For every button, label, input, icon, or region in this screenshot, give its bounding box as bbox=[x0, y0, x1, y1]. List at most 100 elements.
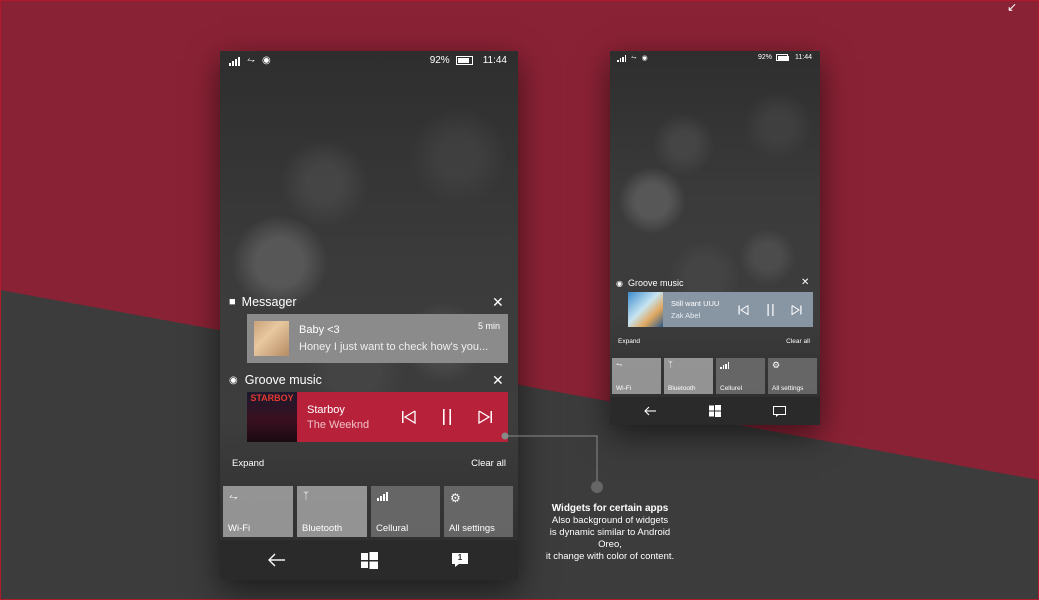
album-cover-text: STARBOY bbox=[250, 393, 294, 403]
previous-button[interactable] bbox=[397, 406, 421, 428]
back-button[interactable] bbox=[264, 548, 290, 572]
annotation-text: Widgets for certain apps Also background… bbox=[540, 503, 680, 563]
expand-button[interactable]: Expand bbox=[232, 458, 264, 469]
action-center-button[interactable]: 1 bbox=[447, 548, 473, 572]
signal-icon bbox=[229, 56, 240, 66]
next-icon bbox=[478, 410, 492, 424]
bluetooth-icon: ᛉ bbox=[668, 360, 673, 369]
next-icon bbox=[791, 304, 801, 315]
wifi-icon: ⥊ bbox=[229, 491, 238, 503]
groove-icon: ◉ bbox=[616, 278, 623, 288]
background-shape bbox=[0, 290, 1039, 600]
tile-wifi[interactable]: ⥊ Wi-Fi bbox=[223, 486, 293, 537]
status-bar: ⥊ ◉ 92% 11:44 bbox=[220, 51, 518, 71]
collapse-icon[interactable]: ↙ bbox=[999, 0, 1025, 14]
tile-cellular-label: Cellurel bbox=[720, 385, 743, 392]
wifi-status-icon: ⥊ bbox=[247, 55, 255, 66]
previous-icon bbox=[738, 304, 748, 315]
navigation-bar bbox=[610, 397, 820, 425]
messager-close-button[interactable]: ✕ bbox=[492, 294, 504, 311]
notification-count: 1 bbox=[457, 553, 463, 562]
track-artist: Zak Abel bbox=[671, 311, 701, 320]
windows-logo-icon bbox=[709, 405, 721, 417]
track-title: Starboy bbox=[307, 404, 345, 416]
tile-bluetooth-label: Bluetooth bbox=[302, 523, 343, 534]
groove-app-name: Groove music bbox=[244, 373, 322, 387]
cellular-icon bbox=[377, 491, 388, 501]
battery-icon bbox=[776, 54, 789, 61]
back-arrow-icon bbox=[268, 553, 285, 567]
avatar bbox=[254, 321, 289, 356]
music-card[interactable]: Still want UUU Zak Abel bbox=[628, 292, 813, 327]
message-time: 5 min bbox=[477, 321, 500, 331]
pause-button[interactable] bbox=[435, 406, 459, 428]
message-icon: ■ bbox=[229, 296, 236, 308]
message-body: Honey I just want to check how's you... bbox=[299, 341, 489, 353]
next-button[interactable] bbox=[473, 406, 497, 428]
tile-cellular-label: Cellural bbox=[376, 523, 409, 534]
messager-app-name: Messager bbox=[241, 295, 297, 309]
groove-header: ◉ Groove music bbox=[229, 372, 322, 388]
tile-cellular[interactable]: Cellural bbox=[371, 486, 440, 537]
navigation-bar: 1 bbox=[220, 540, 518, 580]
wifi-status-icon: ⥊ bbox=[631, 54, 637, 61]
phone-large: ⥊ ◉ 92% 11:44 ■ Messager ✕ Baby <3 5 min… bbox=[220, 51, 518, 580]
clock: 11:44 bbox=[795, 54, 812, 61]
annotation-line-1: Also background of widgets bbox=[551, 515, 669, 526]
track-artist: The Weeknd bbox=[307, 419, 370, 431]
album-cover bbox=[628, 292, 663, 327]
bluetooth-icon: ᛉ bbox=[303, 491, 309, 502]
back-arrow-icon bbox=[643, 406, 656, 416]
clear-all-button[interactable]: Clear all bbox=[786, 338, 810, 345]
groove-close-button[interactable]: ✕ bbox=[492, 372, 504, 389]
pause-icon bbox=[767, 303, 773, 316]
wifi-icon: ⥊ bbox=[616, 360, 623, 369]
tile-wifi[interactable]: ⥊ Wi-Fi bbox=[612, 358, 661, 394]
cellular-icon bbox=[720, 362, 729, 369]
notification-icon bbox=[772, 405, 786, 417]
next-button[interactable] bbox=[788, 302, 804, 317]
battery-percent: 92% bbox=[429, 55, 450, 66]
battery-icon bbox=[455, 56, 473, 65]
expand-button[interactable]: Expand bbox=[618, 338, 640, 345]
tile-all-settings[interactable]: ⚙ All settings bbox=[768, 358, 817, 394]
windows-button[interactable] bbox=[356, 548, 382, 572]
music-card[interactable]: STARBOY Starboy The Weeknd bbox=[247, 392, 508, 442]
groove-close-button[interactable]: ✕ bbox=[801, 277, 809, 288]
signal-icon bbox=[617, 54, 626, 62]
track-title: Still want UUU bbox=[671, 299, 720, 308]
battery-percent: 92% bbox=[757, 54, 772, 61]
gear-icon: ⚙ bbox=[772, 360, 781, 370]
windows-logo-icon bbox=[360, 551, 378, 569]
annotation-line-3: it change with color of content. bbox=[545, 551, 675, 562]
tile-all-settings-label: All settings bbox=[449, 523, 495, 534]
windows-button[interactable] bbox=[706, 403, 724, 419]
pause-button[interactable] bbox=[762, 302, 778, 317]
annotation-line-2: is dynamic similar to Android Oreo, bbox=[549, 527, 671, 550]
pause-icon bbox=[443, 409, 451, 425]
tile-bluetooth[interactable]: ᛉ Bluetooth bbox=[664, 358, 713, 394]
groove-icon: ◉ bbox=[229, 374, 238, 386]
tile-all-settings-label: All settings bbox=[772, 385, 804, 392]
annotation-title: Widgets for certain apps bbox=[551, 503, 669, 514]
messager-header: ■ Messager bbox=[229, 294, 297, 310]
tile-wifi-label: Wi-Fi bbox=[228, 523, 251, 534]
tile-wifi-label: Wi-Fi bbox=[616, 385, 632, 392]
tile-bluetooth[interactable]: ᛉ Bluetooth bbox=[297, 486, 367, 537]
clock: 11:44 bbox=[482, 55, 507, 66]
phone-small: ⥊ ◉ 92% 11:44 ◉ Groove music ✕ Still wan… bbox=[610, 51, 820, 425]
tile-bluetooth-label: Bluetooth bbox=[668, 385, 696, 392]
location-icon: ◉ bbox=[262, 55, 271, 66]
action-center-button[interactable] bbox=[770, 403, 788, 419]
groove-header: ◉ Groove music bbox=[616, 277, 684, 289]
album-cover: STARBOY bbox=[247, 392, 297, 442]
previous-button[interactable] bbox=[735, 302, 751, 317]
location-icon: ◉ bbox=[641, 55, 648, 62]
message-title: Baby <3 bbox=[299, 324, 340, 336]
gear-icon: ⚙ bbox=[450, 491, 461, 505]
annotation-connector bbox=[501, 432, 603, 493]
back-button[interactable] bbox=[641, 403, 659, 419]
status-bar: ⥊ ◉ 92% 11:44 bbox=[610, 51, 820, 65]
tile-cellular[interactable]: Cellurel bbox=[716, 358, 765, 394]
message-card[interactable]: Baby <3 5 min Honey I just want to check… bbox=[247, 314, 508, 363]
